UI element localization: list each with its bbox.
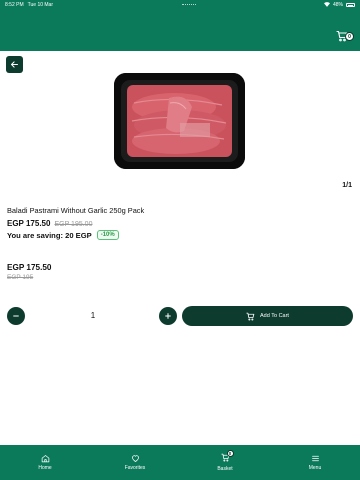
current-price: EGP 175.50 — [7, 219, 51, 228]
image-counter: 1/1 — [342, 182, 352, 189]
product-name: Baladi Pastrami Without Garlic 250g Pack — [7, 206, 145, 215]
arrow-left-icon — [11, 61, 18, 68]
back-button[interactable] — [6, 56, 23, 73]
basket-count-badge: 0 — [226, 450, 234, 457]
price-row: EGP 175.50 EGP 195.00 — [7, 219, 92, 228]
cart-icon — [246, 312, 255, 321]
saving-row: You are saving: 20 EGP -10% — [7, 230, 119, 240]
quantity-value[interactable]: 1 — [88, 311, 98, 320]
old-price: EGP 195.00 — [54, 221, 93, 228]
summary-price: EGP 175.50 — [7, 263, 52, 272]
app-header: 0 — [0, 10, 360, 51]
nav-item-menu[interactable]: Menu — [270, 445, 360, 480]
nav-label-basket: Basket — [217, 466, 233, 472]
basket-icon-wrap: 0 — [220, 450, 234, 464]
nav-label-favorites: Favorites — [124, 465, 146, 471]
nav-item-favorites[interactable]: Favorites — [90, 445, 180, 480]
wifi-icon — [323, 1, 330, 9]
heart-icon — [131, 455, 139, 462]
status-bar: 8:52 PM Tue 10 Mar 48% — [0, 0, 360, 10]
status-handle — [181, 4, 196, 6]
nav-label-home: Home — [38, 465, 52, 471]
status-time: 8:52 PM — [5, 2, 24, 8]
quantity-decrease-button[interactable] — [7, 307, 25, 325]
menu-icon — [311, 455, 319, 462]
cart-count-badge: 0 — [345, 32, 354, 41]
minus-icon — [13, 315, 19, 317]
battery-icon — [346, 3, 355, 7]
bottom-nav: Home Favorites 0 Basket Menu — [0, 445, 360, 480]
battery-percent: 48% — [332, 2, 343, 8]
header-cart-button[interactable]: 0 — [336, 29, 354, 43]
status-date: Tue 10 Mar — [27, 2, 54, 8]
discount-badge: -10% — [96, 230, 119, 240]
nav-item-basket[interactable]: 0 Basket — [180, 445, 270, 480]
home-icon — [41, 455, 49, 463]
nav-item-home[interactable]: Home — [0, 445, 90, 480]
add-to-cart-label: Add To Cart — [260, 313, 289, 319]
saving-text: You are saving: 20 EGP — [7, 230, 92, 240]
nav-label-menu: Menu — [308, 465, 322, 471]
plus-icon — [165, 313, 171, 319]
quantity-increase-button[interactable] — [159, 307, 177, 325]
product-image[interactable] — [114, 73, 245, 169]
add-to-cart-button[interactable]: Add To Cart — [182, 306, 353, 326]
summary-old-price: EGP 195 — [7, 274, 34, 281]
pastrami-pack-image — [114, 73, 245, 169]
